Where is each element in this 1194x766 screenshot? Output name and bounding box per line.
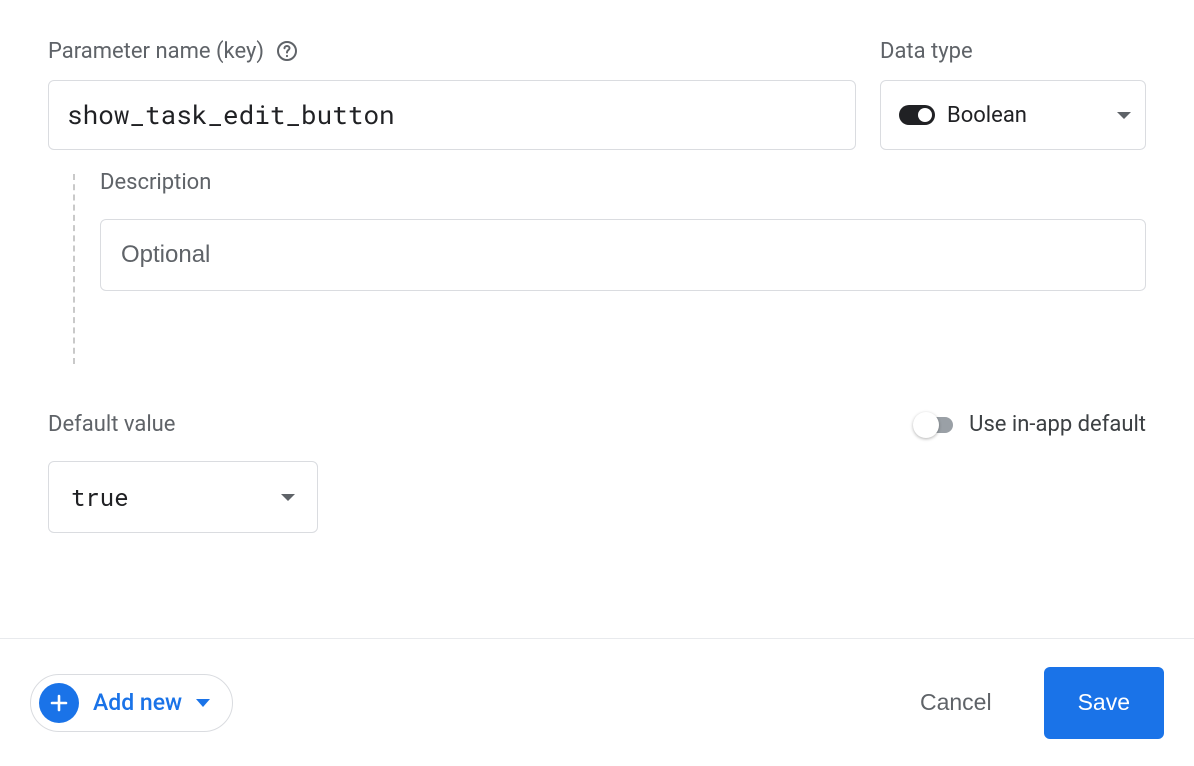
dashed-line — [73, 174, 75, 364]
add-new-label: Add new — [93, 689, 182, 716]
add-new-button[interactable]: Add new — [30, 674, 233, 732]
parameter-name-section: Parameter name (key) — [48, 36, 856, 150]
parameter-name-label: Parameter name (key) — [48, 36, 856, 66]
help-icon[interactable] — [274, 38, 300, 64]
use-in-app-default-switch[interactable] — [915, 417, 953, 433]
top-row: Parameter name (key) Data type Boolean — [48, 36, 1146, 150]
use-in-app-default-group: Use in-app default — [915, 412, 1146, 437]
chevron-down-icon — [1117, 112, 1131, 119]
footer-actions: Cancel Save — [912, 667, 1164, 739]
boolean-type-icon — [899, 105, 935, 125]
data-type-section: Data type Boolean — [880, 36, 1146, 150]
use-in-app-default-label: Use in-app default — [969, 412, 1146, 437]
data-type-value: Boolean — [947, 103, 1105, 128]
data-type-label: Data type — [880, 36, 1146, 66]
form-main: Parameter name (key) Data type Boolean — [0, 0, 1194, 533]
data-type-label-text: Data type — [880, 39, 973, 64]
default-value-label: Default value — [48, 412, 175, 437]
switch-knob — [913, 412, 939, 438]
parameter-name-input[interactable] — [48, 80, 856, 150]
default-value-select[interactable]: true — [48, 461, 318, 533]
indent-rail — [48, 170, 100, 364]
footer: Add new Cancel Save — [0, 638, 1194, 766]
chevron-down-icon — [196, 699, 210, 707]
plus-icon — [39, 683, 79, 723]
cancel-button[interactable]: Cancel — [912, 679, 1000, 726]
default-value-text: true — [71, 481, 129, 513]
default-value-row: Default value Use in-app default — [48, 412, 1146, 437]
description-input[interactable] — [100, 219, 1146, 291]
description-section: Description — [100, 170, 1146, 364]
data-type-select[interactable]: Boolean — [880, 80, 1146, 150]
save-button[interactable]: Save — [1044, 667, 1164, 739]
chevron-down-icon — [281, 494, 295, 501]
indented-section: Description — [48, 170, 1146, 364]
description-label: Description — [100, 170, 1146, 195]
parameter-name-label-text: Parameter name (key) — [48, 39, 264, 64]
